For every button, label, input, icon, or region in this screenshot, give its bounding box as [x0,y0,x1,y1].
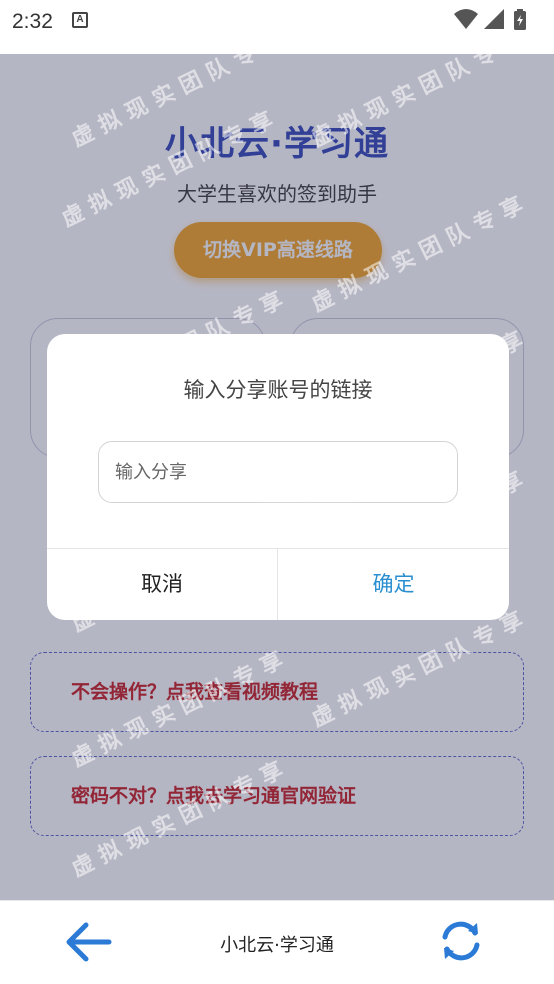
system-status-icons [454,9,526,30]
cancel-button[interactable]: 取消 [47,549,277,620]
dialog-title: 输入分享账号的链接 [183,378,373,402]
redacted-blur [197,452,417,500]
notification-icon: A [72,12,88,28]
share-link-dialog: 输入分享账号的链接 取消 确定 [47,334,509,620]
confirm-button[interactable]: 确定 [278,549,509,620]
signal-icon [484,9,504,29]
bottom-bar: 小北云·学习通 [0,900,554,984]
refresh-icon[interactable] [438,917,484,965]
wifi-icon [454,9,478,29]
status-time: 2:32 [12,10,53,33]
status-bar: 2:32 A [0,0,554,54]
